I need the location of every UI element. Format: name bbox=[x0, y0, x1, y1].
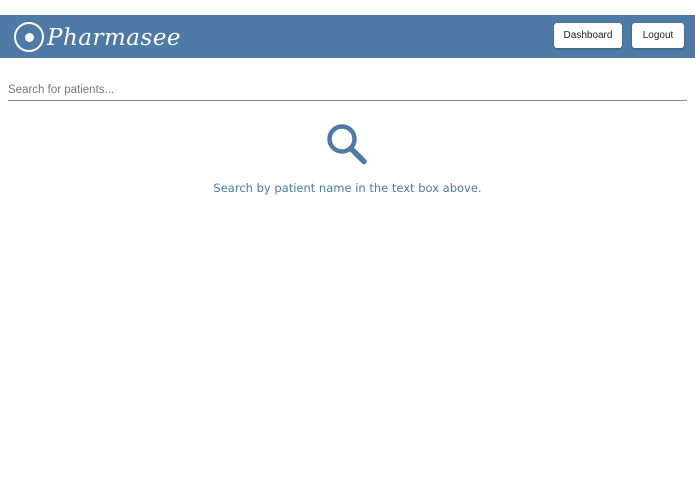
search-icon bbox=[327, 124, 367, 165]
eye-logo-icon bbox=[14, 22, 44, 52]
top-strip bbox=[0, 0, 695, 15]
search-input[interactable] bbox=[8, 81, 687, 99]
brand-logo[interactable]: Pharmasee bbox=[14, 19, 181, 55]
dashboard-button[interactable]: Dashboard bbox=[554, 23, 622, 48]
navbar: Pharmasee Dashboard Logout bbox=[0, 15, 695, 58]
logout-button[interactable]: Logout bbox=[632, 23, 684, 48]
search-field bbox=[8, 80, 687, 101]
empty-state-message: Search by patient name in the text box a… bbox=[213, 181, 482, 195]
brand-name: Pharmasee bbox=[47, 24, 182, 51]
